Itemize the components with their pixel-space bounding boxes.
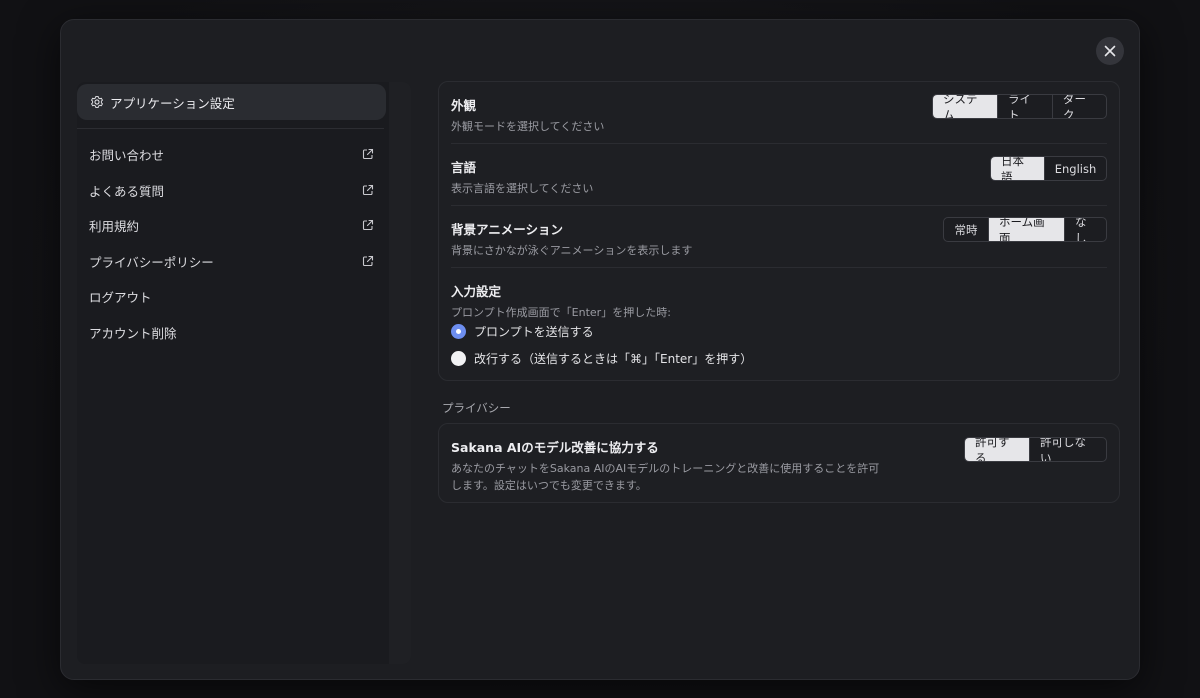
settings-modal: アプリケーション設定 お問い合わせ よくある質問 利用規約 プライバシーポリシー… (60, 19, 1140, 680)
sidebar-item-label: よくある質問 (89, 183, 165, 199)
model-improvement-description-line: します。設定はいつでも変更できます。 (451, 479, 647, 492)
background-animation-row: 背景アニメーション 背景にさかなが泳ぐアニメーションを表示します 常時 ホーム画… (451, 217, 1107, 259)
model-improvement-row: Sakana AIのモデル改善に協力する あなたのチャットをSakana AIの… (451, 437, 1107, 497)
input-settings-row: 入力設定 プロンプト作成画面で「Enter」を押した時: プロンプトを送信する … (451, 281, 1107, 371)
sidebar-item-contact[interactable]: お問い合わせ (77, 139, 386, 169)
appearance-option-system[interactable]: システム (933, 95, 997, 118)
model-improvement-description: あなたのチャットをSakana AIのAIモデルのトレーニングと改善に使用するこ… (451, 460, 911, 494)
sidebar-scrollbar[interactable] (389, 82, 411, 664)
input-settings-description: プロンプト作成画面で「Enter」を押した時: (451, 306, 671, 319)
gear-icon (91, 95, 103, 109)
external-link-icon (362, 219, 374, 231)
language-option-english[interactable]: English (1044, 157, 1106, 180)
language-row: 言語 表示言語を選択してください 日本語 English (451, 156, 1107, 197)
disallow-option[interactable]: 許可しない (1029, 438, 1106, 461)
sidebar-item-label: アプリケーション設定 (110, 95, 235, 111)
appearance-option-dark[interactable]: ダーク (1052, 95, 1106, 118)
settings-sidebar: アプリケーション設定 お問い合わせ よくある質問 利用規約 プライバシーポリシー… (77, 82, 411, 664)
appearance-segmented-control: システム ライト ダーク (932, 94, 1107, 119)
app-settings-card: 外観 外観モードを選択してください システム ライト ダーク 言語 表示言語を選… (438, 81, 1120, 381)
background-animation-option-always[interactable]: 常時 (944, 218, 988, 241)
language-option-japanese[interactable]: 日本語 (991, 157, 1044, 180)
sidebar-divider (77, 128, 384, 129)
privacy-card: Sakana AIのモデル改善に協力する あなたのチャットをSakana AIの… (438, 423, 1120, 503)
close-button[interactable] (1096, 37, 1124, 65)
input-settings-title: 入力設定 (451, 284, 502, 299)
sidebar-item-label: 利用規約 (89, 218, 140, 234)
row-divider (451, 143, 1107, 144)
sidebar-item-label: プライバシーポリシー (89, 254, 214, 270)
allow-option[interactable]: 許可する (965, 438, 1029, 461)
radio-label: プロンプトを送信する (474, 325, 594, 339)
radio-checked[interactable] (451, 324, 466, 339)
sidebar-item-delete-account[interactable]: アカウント削除 (77, 317, 386, 347)
sidebar-item-logout[interactable]: ログアウト (77, 281, 386, 311)
background-animation-description: 背景にさかなが泳ぐアニメーションを表示します (451, 244, 693, 257)
appearance-row: 外観 外観モードを選択してください システム ライト ダーク (451, 94, 1107, 135)
model-improvement-description-line: あなたのチャットをSakana AIのAIモデルのトレーニングと改善に使用するこ… (451, 462, 880, 475)
radio-unchecked[interactable] (451, 351, 466, 366)
appearance-option-light[interactable]: ライト (997, 95, 1052, 118)
sidebar-item-label: お問い合わせ (89, 147, 165, 163)
external-link-icon (362, 148, 374, 160)
external-link-icon (362, 255, 374, 267)
close-icon (1104, 45, 1116, 57)
radio-option-newline[interactable]: 改行する（送信するときは「⌘」「Enter」を押す） (451, 350, 752, 367)
radio-label: 改行する（送信するときは「⌘」「Enter」を押す） (474, 352, 753, 366)
sidebar-item-faq[interactable]: よくある質問 (77, 175, 386, 205)
sidebar-item-terms[interactable]: 利用規約 (77, 210, 386, 240)
radio-option-send[interactable]: プロンプトを送信する (451, 323, 594, 340)
sidebar-item-label: ログアウト (89, 289, 152, 305)
external-link-icon (362, 184, 374, 196)
row-divider (451, 205, 1107, 206)
background-animation-option-none[interactable]: なし (1064, 218, 1106, 241)
background-animation-segmented-control: 常時 ホーム画面 なし (943, 217, 1107, 242)
sidebar-item-label: アカウント削除 (89, 325, 177, 341)
sidebar-item-privacy-policy[interactable]: プライバシーポリシー (77, 246, 386, 276)
sidebar-item-application-settings[interactable]: アプリケーション設定 (77, 84, 386, 120)
model-improvement-segmented-control: 許可する 許可しない (964, 437, 1107, 462)
privacy-section-label: プライバシー (442, 401, 511, 415)
language-description: 表示言語を選択してください (451, 182, 594, 195)
appearance-description: 外観モードを選択してください (451, 120, 605, 133)
language-segmented-control: 日本語 English (990, 156, 1107, 181)
background-animation-option-home[interactable]: ホーム画面 (988, 218, 1064, 241)
row-divider (451, 267, 1107, 268)
